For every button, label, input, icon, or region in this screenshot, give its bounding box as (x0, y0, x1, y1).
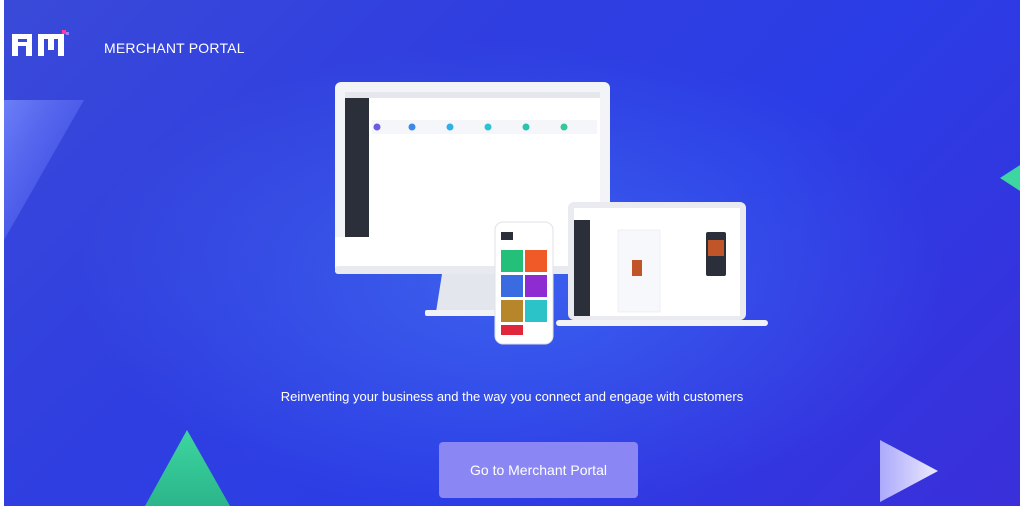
decorative-triangle-green (145, 430, 230, 506)
page-title: MERCHANT PORTAL (104, 40, 245, 56)
phone-mockup (494, 221, 554, 345)
brand-logo[interactable] (12, 30, 76, 60)
laptop-mockup (556, 202, 768, 326)
hero-tagline: Reinventing your business and the way yo… (280, 389, 744, 404)
decorative-triangle-edge (1000, 165, 1020, 191)
go-to-merchant-portal-button[interactable]: Go to Merchant Portal (439, 442, 638, 498)
header: MERCHANT PORTAL (0, 0, 1024, 80)
devices-illustration (335, 82, 768, 345)
decorative-triangle-right (880, 440, 938, 502)
landing-page: MERCHANT PORTAL Reinventing your busines… (0, 0, 1024, 506)
decorative-triangle-left (4, 100, 84, 240)
